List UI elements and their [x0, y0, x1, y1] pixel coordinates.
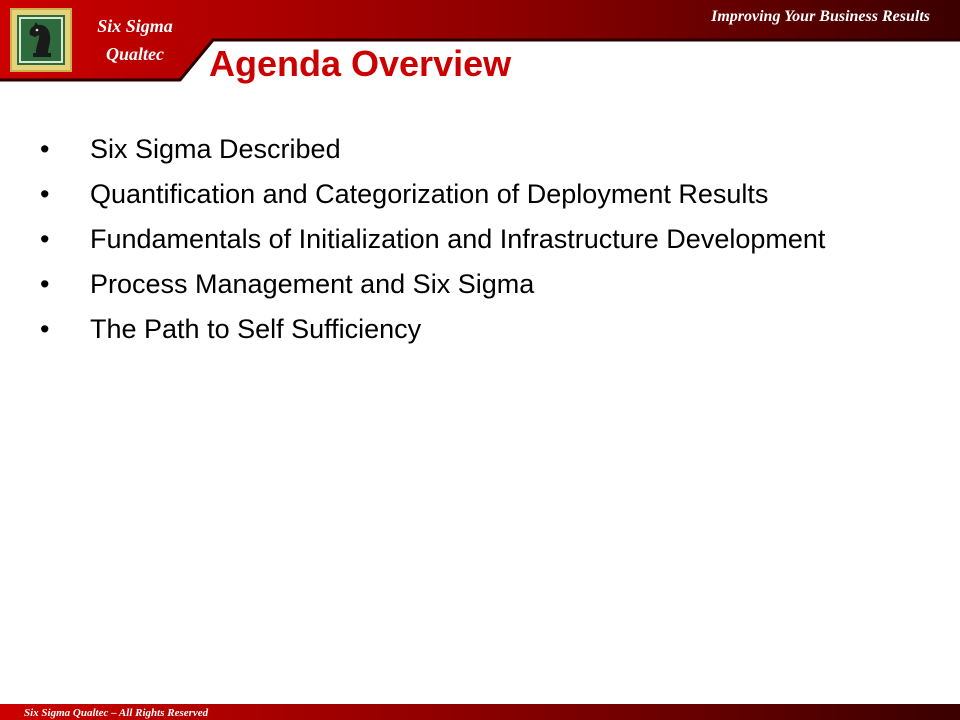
- agenda-item-text: Quantification and Categorization of Dep…: [90, 179, 769, 209]
- bullet-icon: •: [40, 134, 50, 164]
- company-logo: [10, 8, 72, 72]
- header-tagline: Improving Your Business Results: [711, 8, 930, 25]
- agenda-item-text: The Path to Self Sufficiency: [90, 314, 422, 344]
- agenda-item: • Fundamentals of Initialization and Inf…: [40, 222, 920, 257]
- agenda-list: • Six Sigma Described • Quantification a…: [40, 132, 920, 357]
- agenda-item-text: Fundamentals of Initialization and Infra…: [90, 224, 826, 254]
- slide: Six Sigma Qualtec Improving Your Busines…: [0, 0, 960, 720]
- brand-name-line1: Six Sigma: [97, 16, 173, 36]
- bullet-icon: •: [40, 314, 50, 344]
- agenda-item: • Six Sigma Described: [40, 132, 920, 167]
- bullet-icon: •: [40, 269, 50, 299]
- brand-name: Six Sigma Qualtec: [80, 12, 190, 68]
- agenda-item-text: Process Management and Six Sigma: [90, 269, 535, 299]
- agenda-item: • Process Management and Six Sigma: [40, 267, 920, 302]
- page-title: Agenda Overview: [209, 43, 512, 84]
- brand-name-line2: Qualtec: [106, 44, 164, 64]
- footer-copyright: Six Sigma Qualtec – All Rights Reserved: [24, 707, 209, 719]
- agenda-item-text: Six Sigma Described: [90, 134, 341, 164]
- chess-knight-icon: [17, 15, 65, 65]
- bullet-icon: •: [40, 224, 50, 254]
- agenda-item: • The Path to Self Sufficiency: [40, 312, 920, 347]
- bullet-icon: •: [40, 179, 50, 209]
- agenda-item: • Quantification and Categorization of D…: [40, 177, 920, 212]
